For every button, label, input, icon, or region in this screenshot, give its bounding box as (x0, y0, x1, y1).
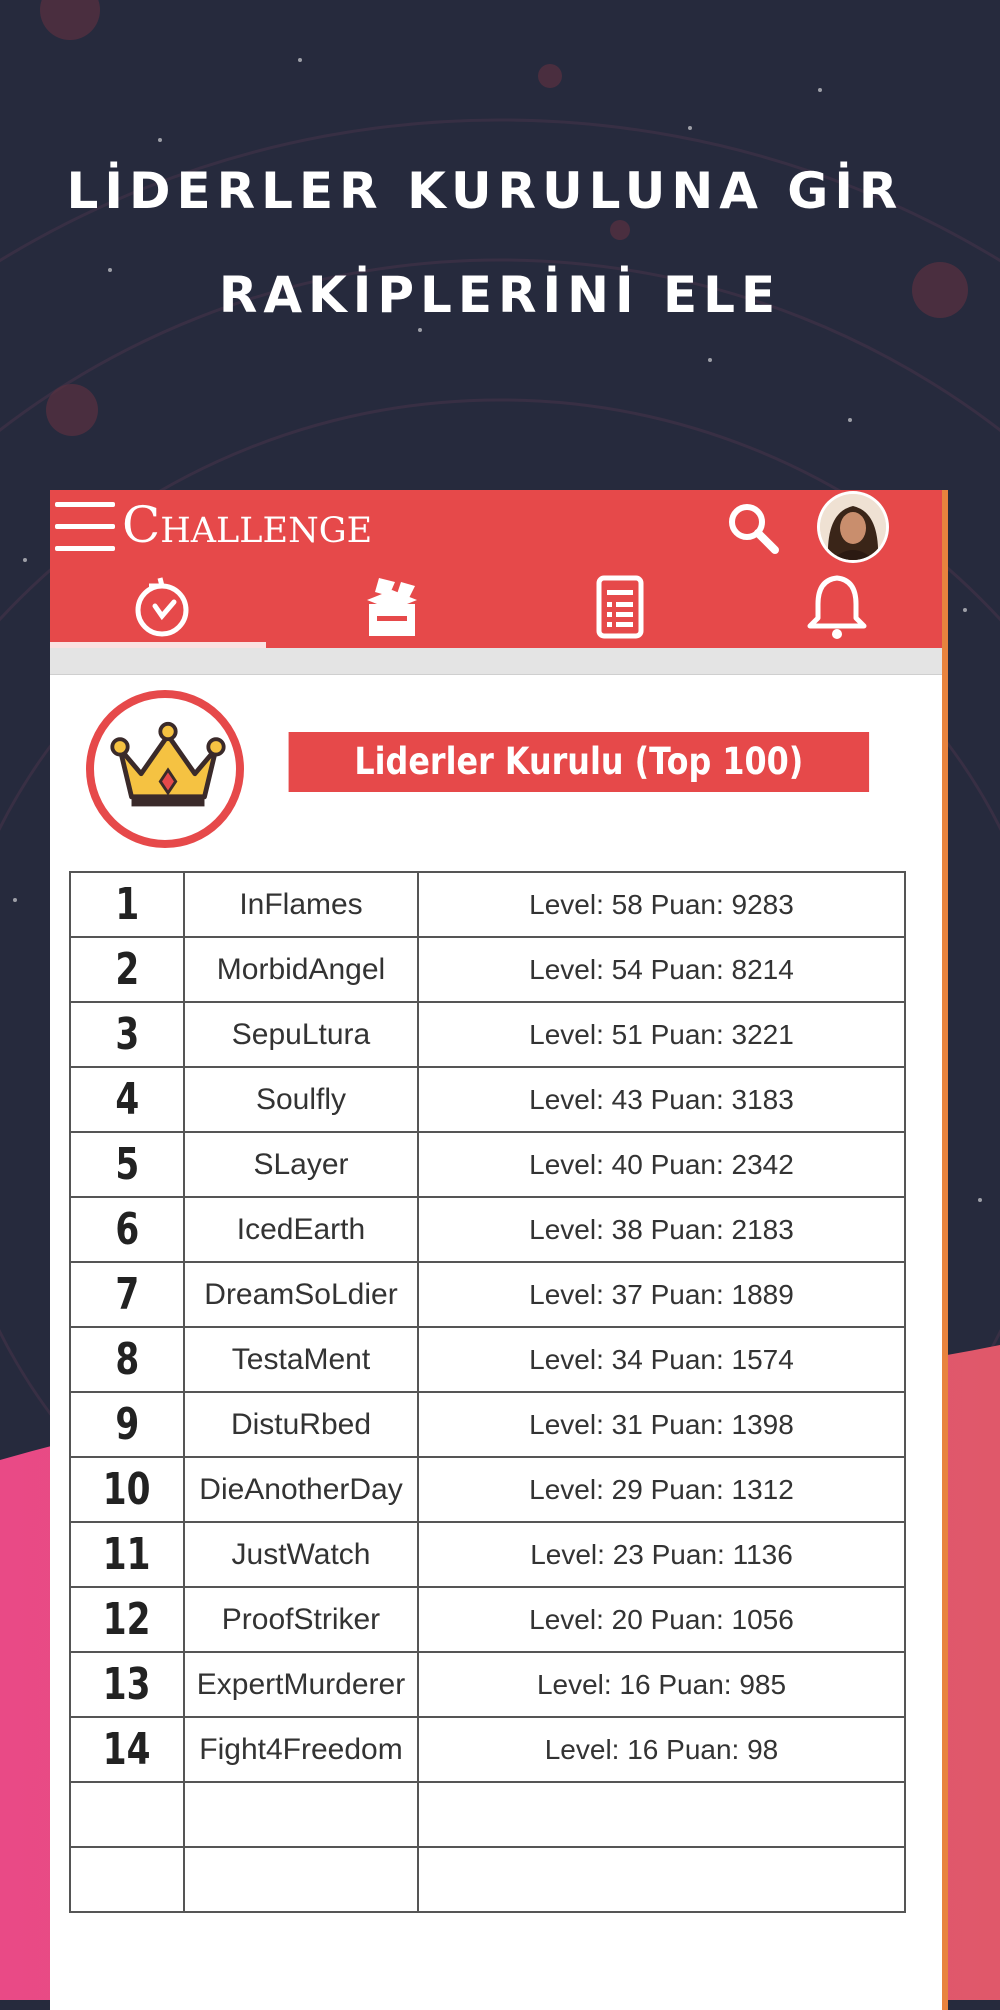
player-stats: Level: 20 Puan: 1056 (417, 1586, 906, 1653)
player-stats: Level: 34 Puan: 1574 (417, 1326, 906, 1393)
player-name: Soulfly (183, 1066, 419, 1133)
rank-number: 12 (103, 1594, 151, 1645)
leaderboard-row[interactable]: 13 ExpertMurderer Level: 16 Puan: 985 (69, 1651, 906, 1718)
rank-cell: 2 (69, 936, 185, 1003)
player-stats: Level: 37 Puan: 1889 (417, 1261, 906, 1328)
app-header: Challenge (50, 490, 942, 648)
rank-number: 11 (103, 1529, 151, 1580)
leaderboard-title: Liderler Kurulu (Top 100) (288, 732, 870, 792)
tab-box[interactable] (357, 572, 427, 642)
app-screen: Challenge Liderler Kurulu (Top 100) 1 In… (50, 490, 942, 2010)
rank-cell: 13 (69, 1651, 185, 1718)
leaderboard-table: 1 InFlames Level: 58 Puan: 9283 2 MorbidAnge… (69, 871, 906, 1913)
tab-timer[interactable] (127, 572, 197, 642)
player-name: ExpertMurderer (183, 1651, 419, 1718)
player-stats: Level: 16 Puan: 985 (417, 1651, 906, 1718)
rank-number: 14 (103, 1724, 151, 1775)
player-stats: Level: 31 Puan: 1398 (417, 1391, 906, 1458)
user-avatar[interactable] (820, 494, 886, 560)
rank-number: 9 (115, 1399, 139, 1450)
rank-number: 10 (103, 1464, 151, 1515)
leaderboard-row[interactable]: 11 JustWatch Level: 23 Puan: 1136 (69, 1521, 906, 1588)
player-stats: Level: 23 Puan: 1136 (417, 1521, 906, 1588)
crown-badge (86, 690, 244, 848)
leaderboard-row[interactable]: 2 MorbidAngel Level: 54 Puan: 8214 (69, 936, 906, 1003)
rank-cell: 9 (69, 1391, 185, 1458)
rank-cell: 14 (69, 1716, 185, 1783)
player-stats: Level: 29 Puan: 1312 (417, 1456, 906, 1523)
rank-cell: 6 (69, 1196, 185, 1263)
player-name: Fight4Freedom (183, 1716, 419, 1783)
player-name: ProofStriker (183, 1586, 419, 1653)
hamburger-menu-icon[interactable] (55, 502, 115, 558)
rank-number: 5 (115, 1139, 139, 1190)
search-icon[interactable] (723, 498, 783, 558)
rank-cell (69, 1846, 185, 1913)
player-name: DieAnotherDay (183, 1456, 419, 1523)
tab-bell[interactable] (802, 572, 872, 642)
player-name (183, 1846, 419, 1913)
player-stats: Level: 43 Puan: 3183 (417, 1066, 906, 1133)
rank-cell: 5 (69, 1131, 185, 1198)
leaderboard-row[interactable]: 4 Soulfly Level: 43 Puan: 3183 (69, 1066, 906, 1133)
promo-headline-line-2: RAKİPLERİNİ ELE (218, 266, 782, 324)
player-name: JustWatch (183, 1521, 419, 1588)
leaderboard-row[interactable]: 10 DieAnotherDay Level: 29 Puan: 1312 (69, 1456, 906, 1523)
rank-cell: 1 (69, 871, 185, 938)
player-stats (417, 1846, 906, 1913)
player-name: DistuRbed (183, 1391, 419, 1458)
player-name: SLayer (183, 1131, 419, 1198)
rank-number: 3 (115, 1009, 139, 1060)
header-divider (50, 648, 942, 675)
player-name: MorbidAngel (183, 936, 419, 1003)
leaderboard-row[interactable]: 12 ProofStriker Level: 20 Puan: 1056 (69, 1586, 906, 1653)
player-stats (417, 1781, 906, 1848)
rank-cell: 12 (69, 1586, 185, 1653)
rank-number: 13 (103, 1659, 151, 1710)
player-name: TestaMent (183, 1326, 419, 1393)
player-name: DreamSoLdier (183, 1261, 419, 1328)
player-name (183, 1781, 419, 1848)
player-stats: Level: 51 Puan: 3221 (417, 1001, 906, 1068)
promo-headline-line-1: LİDERLER KURULUNA GİR (66, 162, 904, 220)
player-stats: Level: 54 Puan: 8214 (417, 936, 906, 1003)
player-name: SepuLtura (183, 1001, 419, 1068)
player-stats: Level: 40 Puan: 2342 (417, 1131, 906, 1198)
rank-cell: 8 (69, 1326, 185, 1393)
rank-cell: 10 (69, 1456, 185, 1523)
crown-icon (110, 721, 226, 807)
rank-cell: 11 (69, 1521, 185, 1588)
rank-cell: 4 (69, 1066, 185, 1133)
tab-document-list[interactable] (585, 572, 655, 642)
leaderboard-row[interactable]: 1 InFlames Level: 58 Puan: 9283 (69, 871, 906, 938)
rank-cell: 7 (69, 1261, 185, 1328)
leaderboard-row[interactable]: 5 SLayer Level: 40 Puan: 2342 (69, 1131, 906, 1198)
leaderboard-row[interactable] (69, 1781, 906, 1848)
player-name: IcedEarth (183, 1196, 419, 1263)
app-title: Challenge (122, 496, 373, 554)
player-name: InFlames (183, 871, 419, 938)
leaderboard-row[interactable]: 3 SepuLtura Level: 51 Puan: 3221 (69, 1001, 906, 1068)
leaderboard-row[interactable]: 7 DreamSoLdier Level: 37 Puan: 1889 (69, 1261, 906, 1328)
leaderboard-row[interactable] (69, 1846, 906, 1913)
rank-number: 4 (115, 1074, 139, 1125)
rank-number: 2 (115, 944, 139, 995)
player-stats: Level: 58 Puan: 9283 (417, 871, 906, 938)
leaderboard-row[interactable]: 9 DistuRbed Level: 31 Puan: 1398 (69, 1391, 906, 1458)
rank-number: 1 (115, 879, 139, 930)
player-stats: Level: 38 Puan: 2183 (417, 1196, 906, 1263)
leaderboard-row[interactable]: 8 TestaMent Level: 34 Puan: 1574 (69, 1326, 906, 1393)
leaderboard-row[interactable]: 14 Fight4Freedom Level: 16 Puan: 98 (69, 1716, 906, 1783)
rank-number: 8 (115, 1334, 139, 1385)
rank-number: 6 (115, 1204, 139, 1255)
leaderboard-row[interactable]: 6 IcedEarth Level: 38 Puan: 2183 (69, 1196, 906, 1263)
rank-number: 7 (115, 1269, 139, 1320)
rank-cell: 3 (69, 1001, 185, 1068)
rank-cell (69, 1781, 185, 1848)
player-stats: Level: 16 Puan: 98 (417, 1716, 906, 1783)
